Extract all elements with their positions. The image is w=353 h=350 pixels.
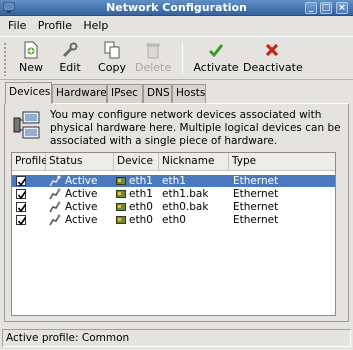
devices-description: You may configure network devices associ… xyxy=(50,109,350,148)
delete-label: Delete xyxy=(135,61,172,74)
menu-bar: File Profile Help xyxy=(0,16,353,35)
window-title: Network Configuration xyxy=(106,1,247,14)
device-list[interactable]: Profile Status Device Nickname Type Acti… xyxy=(11,152,336,316)
description-line-2: physical hardware here. Multiple logical… xyxy=(50,122,341,134)
toolbar-grip[interactable] xyxy=(3,42,7,76)
copy-button[interactable]: Copy xyxy=(94,39,130,79)
activate-button[interactable]: Activate xyxy=(193,39,239,79)
device-name: eth0 xyxy=(129,214,153,226)
ethernet-card-icon xyxy=(116,177,126,185)
delete-button[interactable]: Delete xyxy=(135,39,171,79)
status-text: Active xyxy=(65,201,98,213)
ethernet-card-icon xyxy=(116,203,126,211)
tab-hardware[interactable]: Hardware xyxy=(52,84,107,103)
edit-button[interactable]: Edit xyxy=(54,39,86,79)
toolbar-separator xyxy=(182,43,183,75)
edit-label: Edit xyxy=(59,61,81,74)
new-label: New xyxy=(19,61,43,74)
column-header-nickname[interactable]: Nickname xyxy=(159,153,229,171)
profile-checkbox[interactable] xyxy=(16,176,27,187)
ethernet-card-icon xyxy=(116,190,126,198)
ethernet-card-icon xyxy=(116,216,126,224)
x-mark-icon xyxy=(265,43,279,57)
tab-hardware-label: Hardware xyxy=(56,87,107,99)
active-status-icon xyxy=(49,188,61,200)
nickname: eth0.bak xyxy=(162,201,209,213)
maximize-button[interactable]: □ xyxy=(320,2,332,14)
close-window-button[interactable]: × xyxy=(336,2,348,14)
minimize-button[interactable]: _ xyxy=(305,2,317,14)
tab-ipsec-label: IPsec xyxy=(111,87,138,99)
column-header-type[interactable]: Type xyxy=(229,153,335,171)
device-type: Ethernet xyxy=(233,201,279,213)
tab-hosts-label: Hosts xyxy=(176,87,206,99)
active-status-icon xyxy=(49,175,61,187)
trash-icon xyxy=(146,43,160,59)
column-header-device[interactable]: Device xyxy=(114,153,159,171)
edit-icon xyxy=(62,42,78,58)
tab-hosts[interactable]: Hosts xyxy=(172,84,206,103)
device-type: Ethernet xyxy=(233,214,279,226)
tab-ipsec[interactable]: IPsec xyxy=(107,84,143,103)
menu-file[interactable]: File xyxy=(4,16,30,35)
copy-icon xyxy=(104,41,120,59)
description-line-1: You may configure network devices associ… xyxy=(50,109,322,121)
deactivate-label: Deactivate xyxy=(243,61,303,74)
profile-checkbox[interactable] xyxy=(16,189,27,200)
column-header-profile[interactable]: Profile xyxy=(12,153,48,171)
menu-profile[interactable]: Profile xyxy=(34,16,76,35)
table-row[interactable]: Active eth1 eth1 Ethernet xyxy=(12,175,335,187)
menu-help[interactable]: Help xyxy=(79,16,112,35)
new-icon xyxy=(24,41,38,59)
description-line-3: associated with a single piece of hardwa… xyxy=(50,135,278,147)
tab-devices[interactable]: Devices xyxy=(5,82,52,104)
toolbar: New Edit Copy Delete Activate Deactivate xyxy=(0,36,353,80)
device-name: eth0 xyxy=(129,201,153,213)
active-profile-text: Active profile: Common xyxy=(6,332,130,344)
activate-label: Activate xyxy=(193,61,239,74)
nickname: eth1 xyxy=(162,175,186,187)
device-type: Ethernet xyxy=(233,188,279,200)
device-name: eth1 xyxy=(129,188,153,200)
nickname: eth0 xyxy=(162,214,186,226)
tab-dns[interactable]: DNS xyxy=(143,84,172,103)
network-devices-icon xyxy=(13,111,40,139)
table-row[interactable]: Active eth0 eth0.bak Ethernet xyxy=(12,201,335,213)
status-bar: Active profile: Common xyxy=(2,329,351,347)
profile-checkbox[interactable] xyxy=(16,202,27,213)
tab-dns-label: DNS xyxy=(147,87,170,99)
profile-checkbox[interactable] xyxy=(16,215,27,226)
nickname: eth1.bak xyxy=(162,188,209,200)
copy-label: Copy xyxy=(98,61,126,74)
active-status-icon xyxy=(49,201,61,213)
device-type: Ethernet xyxy=(233,175,279,187)
device-name: eth1 xyxy=(129,175,153,187)
deactivate-button[interactable]: Deactivate xyxy=(243,39,303,79)
status-text: Active xyxy=(65,214,98,226)
title-bar: Network Configuration _ □ × xyxy=(0,0,353,16)
table-row[interactable]: Active eth0 eth0 Ethernet xyxy=(12,214,335,226)
column-header-status[interactable]: Status xyxy=(46,153,114,171)
new-button[interactable]: New xyxy=(14,39,48,79)
active-status-icon xyxy=(49,214,61,226)
checkmark-icon xyxy=(208,44,224,58)
tab-devices-label: Devices xyxy=(9,86,51,98)
status-text: Active xyxy=(65,175,98,187)
table-row[interactable]: Active eth1 eth1.bak Ethernet xyxy=(12,188,335,200)
status-text: Active xyxy=(65,188,98,200)
